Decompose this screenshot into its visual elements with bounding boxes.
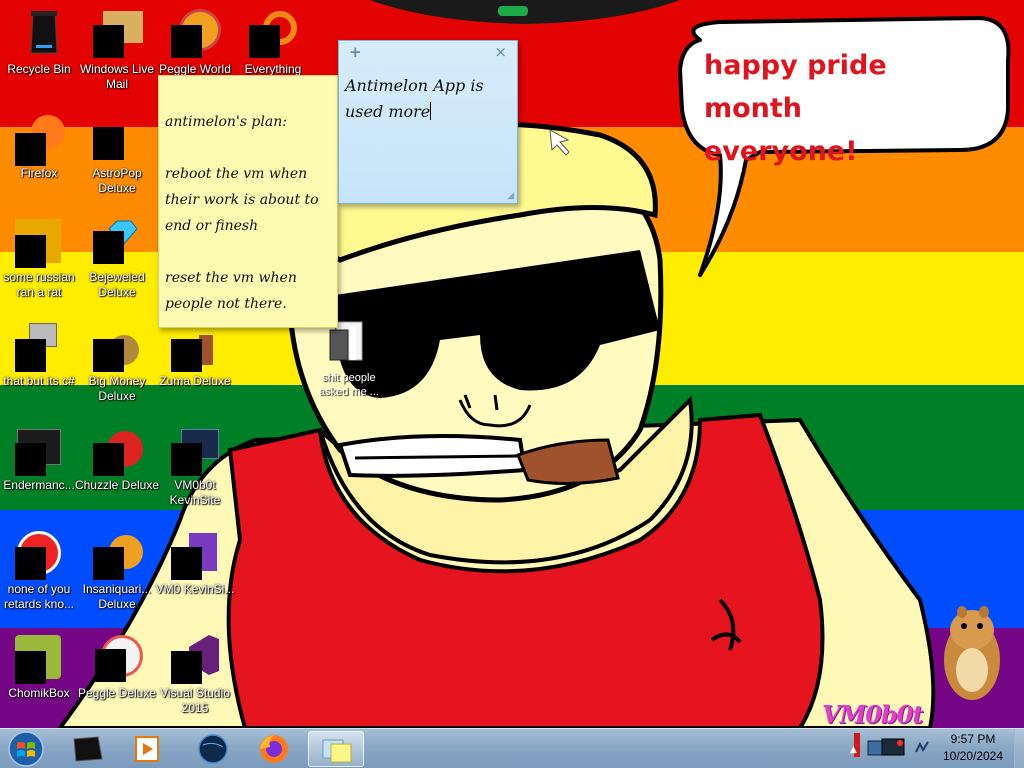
taskbar-app-1[interactable] — [60, 731, 116, 767]
desktop-icon-label: Peggle Deluxe — [77, 686, 157, 700]
game-icon — [171, 9, 221, 58]
taskbar-clock[interactable]: 9:57 PM 10/20/2024 — [940, 731, 1006, 767]
desktop-icon-visual-studio[interactable]: Visual Studio 2015 — [156, 629, 234, 729]
desktop-icon-chomikbox[interactable]: ChomikBox — [0, 629, 78, 729]
speech-line-2: everyone! — [704, 136, 858, 167]
taskbar-media-player[interactable] — [120, 731, 176, 767]
sticky-note-text-content: Antimelon App is used more — [345, 76, 484, 121]
desktop-icon-russian-rat[interactable]: some russian ran a rat — [0, 213, 78, 313]
hamster-app-icon — [15, 633, 65, 684]
app-icon — [15, 529, 65, 580]
desktop-icon-none-of-you[interactable]: none of you retards kno... — [0, 525, 78, 625]
wallpaper-watermark: VM0b0t — [822, 700, 923, 728]
resize-grip-icon[interactable]: ◢ — [507, 191, 514, 201]
show-desktop-button[interactable] — [1014, 729, 1024, 768]
recycle-bin-icon — [23, 9, 65, 54]
visual-studio-icon — [171, 633, 221, 684]
desktop-icon-endermanch[interactable]: Endermanc... — [0, 421, 78, 521]
desktop-file-shit-people-asked[interactable]: shit people asked me ... — [318, 318, 388, 408]
clock-time: 9:57 PM — [950, 732, 996, 746]
gem-game-icon — [93, 217, 143, 264]
windows-logo-icon — [8, 731, 44, 767]
desktop-icon-label: Insaniquari... Deluxe — [82, 582, 152, 611]
sticky-note-yellow[interactable]: antimelon's plan: reboot the vm when the… — [158, 75, 338, 328]
text-caret — [430, 102, 432, 120]
mail-app-icon — [93, 9, 143, 58]
black-box-icon — [73, 736, 103, 762]
start-button[interactable] — [6, 730, 46, 768]
shortcut-icon — [171, 529, 221, 580]
tray-expand-icon[interactable]: ▲ — [850, 745, 857, 755]
desktop-icon-label: VM0 KevinSi... — [155, 582, 235, 596]
desktop-icon-label: VM0b0t KevinSite — [169, 478, 221, 507]
desktop-icon-big-money[interactable]: Big Money Deluxe — [78, 317, 156, 417]
sticky-notes-icon — [322, 739, 352, 763]
network-icon[interactable] — [914, 740, 930, 756]
taskbar: ▲ 9:57 PM 10/20/2024 — [0, 728, 1024, 768]
search-app-icon — [249, 9, 299, 58]
clock-date: 10/20/2024 — [942, 749, 1004, 763]
taskbar-globe[interactable] — [184, 731, 240, 767]
desktop-icon-firefox[interactable]: Firefox — [0, 109, 78, 209]
desktop-icon-that-but-csharp[interactable]: that but its c# — [0, 317, 78, 417]
speech-bubble-text: happy pride month everyone! — [704, 44, 994, 173]
desktop-icon-recycle-bin[interactable]: Recycle Bin — [0, 5, 78, 105]
sticky-note-blue[interactable]: + × Antimelon App is used more ◢ — [338, 40, 518, 204]
desktop-icon-label: Chuzzle Deluxe — [74, 478, 160, 492]
desktop-icon-label: Zuma Deluxe — [159, 374, 231, 388]
desktop-icon-label: Big Money Deluxe — [88, 374, 146, 403]
desktop-icon-astropop[interactable]: AstroPop Deluxe — [78, 109, 156, 209]
taskbar-firefox[interactable] — [246, 731, 302, 767]
globe-icon — [198, 734, 228, 764]
speech-line-1: happy pride month — [704, 50, 887, 124]
desktop-icon-insaniquarium[interactable]: Insaniquari... Deluxe — [78, 525, 156, 625]
game-icon — [95, 633, 143, 682]
app-icon — [15, 217, 65, 268]
sticky-note-titlebar[interactable]: + × — [339, 41, 517, 63]
desktop-icon-zuma[interactable]: Zuma Deluxe — [156, 317, 234, 417]
shortcut-icon — [171, 425, 221, 476]
app-icon — [15, 321, 65, 372]
desktop-icon-bejeweled[interactable]: Bejeweled Deluxe — [78, 213, 156, 313]
terminal-icon — [15, 425, 65, 476]
desktop-icon-chuzzle[interactable]: Chuzzle Deluxe — [75, 421, 159, 521]
close-note-button[interactable]: × — [494, 43, 507, 61]
desktop-icon-label: Bejeweled Deluxe — [89, 270, 145, 299]
firefox-icon — [15, 113, 65, 166]
desktop-icon-label: Visual Studio 2015 — [160, 686, 230, 715]
taskbar-sticky-notes[interactable] — [308, 731, 364, 767]
money-bag-icon — [93, 321, 143, 372]
game-icon — [93, 425, 143, 476]
firefox-icon — [260, 735, 288, 763]
desktop-icon-label: Windows Live Mail — [79, 62, 155, 91]
desktop-icon-peggle-deluxe[interactable]: Peggle Deluxe — [78, 629, 156, 729]
tray-app-icon[interactable] — [866, 737, 910, 761]
desktop-icon-vm0-kevinsite[interactable]: VM0 KevinSi... — [156, 525, 234, 625]
hamster-figure — [944, 606, 1000, 700]
game-icon — [93, 113, 143, 160]
desktop-icon-label: AstroPop Deluxe — [92, 166, 142, 195]
add-note-button[interactable]: + — [349, 43, 362, 61]
sticky-note-text[interactable]: Antimelon App is used more — [345, 73, 513, 125]
media-player-icon — [135, 736, 159, 762]
game-icon — [93, 529, 143, 580]
desktop-icon-label: shit people asked me ... — [319, 372, 379, 398]
desktop-icon-windows-live-mail[interactable]: Windows Live Mail — [78, 5, 156, 105]
desktop-icon-vm0b0t-kevinsite[interactable]: VM0b0t KevinSite — [156, 421, 234, 521]
sticky-note-text[interactable]: antimelon's plan: reboot the vm when the… — [165, 109, 337, 317]
